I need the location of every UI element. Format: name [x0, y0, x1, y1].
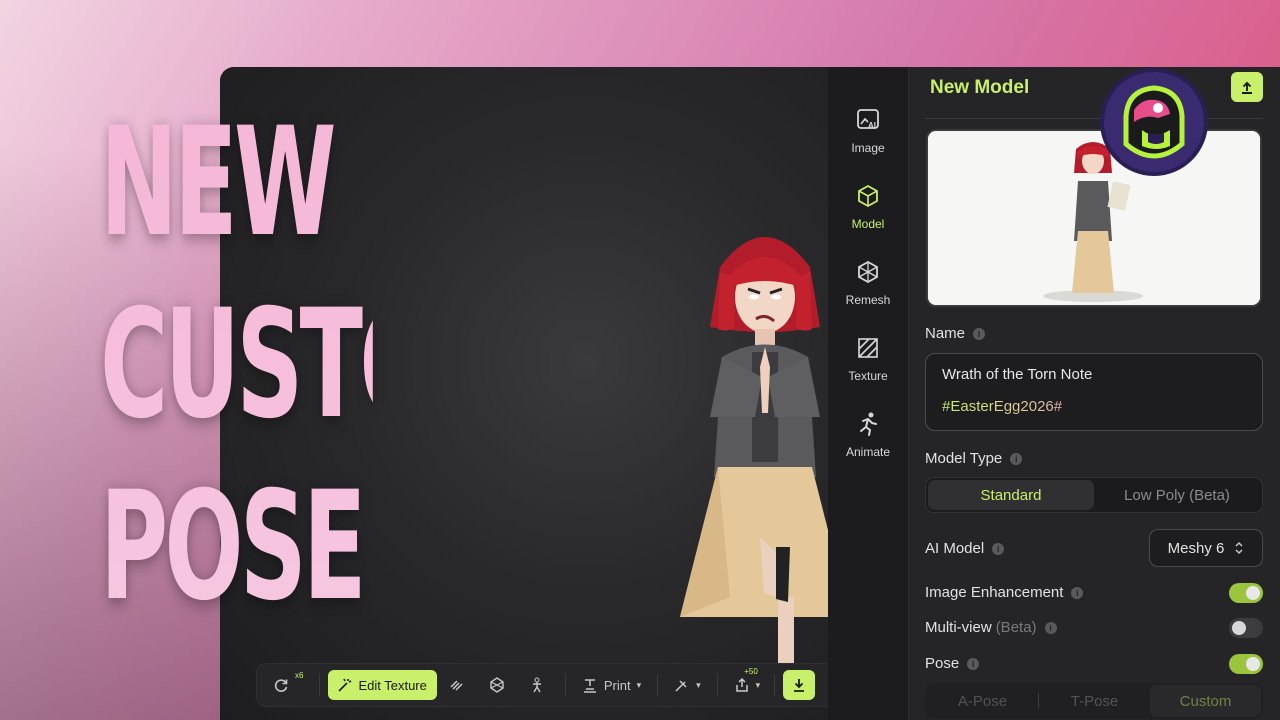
upload-icon: [1242, 81, 1252, 94]
info-icon[interactable]: i: [1071, 586, 1084, 599]
headline-line-3: POSE: [100, 460, 363, 634]
pose-segmented: A-Pose T-Pose Custom: [925, 683, 1263, 719]
rig-icon: [532, 677, 541, 693]
chevron-down-icon: ▾: [755, 679, 761, 690]
regenerate-button[interactable]: x6: [265, 670, 311, 700]
upload-button[interactable]: [1231, 72, 1263, 102]
toolbar-divider: [773, 674, 775, 696]
info-icon[interactable]: i: [992, 542, 1005, 555]
print-label: Print: [603, 677, 631, 693]
model-type-low-poly[interactable]: Low Poly (Beta): [1094, 480, 1260, 510]
reference-image-preview[interactable]: [926, 129, 1262, 307]
toolbar-divider: [319, 674, 321, 696]
toggle-knob: [1232, 621, 1246, 635]
pose-option-a-pose[interactable]: A-Pose: [927, 685, 1038, 717]
model-name-tag: #EasterEgg2026#: [942, 398, 1246, 415]
model-settings-panel: New Model Name i Wrath of the Torn Note …: [908, 67, 1280, 720]
toolbar-divider: [716, 674, 718, 696]
texture-icon: [858, 338, 878, 358]
remesh-tool-button[interactable]: [477, 670, 517, 700]
multiview-label: Multi-view: [925, 619, 992, 636]
share-button[interactable]: ▾ +50: [726, 666, 766, 700]
running-person-icon: [860, 412, 877, 436]
cube-icon: [858, 184, 878, 208]
edit-texture-label: Edit Texture: [358, 677, 427, 693]
thumbnail-headline: NEW CUSTOM POSE: [100, 92, 373, 638]
texture-tool-button[interactable]: [437, 670, 477, 700]
rail-label-texture: Texture: [848, 369, 888, 383]
bottom-toolbar: x6 Edit Texture Print ▾ ▾ ▾ +50: [256, 663, 834, 707]
rail-item-image[interactable]: AI Image: [828, 107, 908, 171]
multiview-label-row: Multi-view (Beta) i: [925, 619, 1057, 636]
plug-icon: [675, 680, 687, 692]
remesh-icon: [858, 260, 878, 284]
ai-model-select[interactable]: Meshy 6: [1149, 529, 1263, 567]
ai-model-value: Meshy 6: [1167, 539, 1225, 557]
regenerate-count-badge: x6: [295, 670, 304, 680]
rail-item-model[interactable]: Model: [828, 183, 908, 247]
rig-tool-button[interactable]: [517, 670, 557, 700]
model-type-label-row: Model Type i: [925, 450, 1023, 467]
tool-rail: AI Image Model Remesh Texture Animate: [828, 67, 908, 720]
print-button[interactable]: Print ▾: [574, 670, 649, 700]
model-type-label: Model Type: [925, 450, 1003, 467]
share-bonus-badge: +50: [744, 666, 758, 676]
ai-image-icon: AI: [857, 109, 879, 130]
share-icon: [735, 677, 748, 692]
reference-image: [928, 131, 1260, 305]
toolbar-divider: [657, 674, 659, 696]
pose-label-row: Pose i: [925, 655, 980, 672]
headline-line-2: CUSTOM: [100, 278, 524, 452]
chevron-down-icon: ▾: [696, 679, 701, 690]
image-enhancement-label: Image Enhancement: [925, 584, 1064, 601]
mesh-icon: [490, 677, 504, 693]
pose-label: Pose: [925, 655, 960, 672]
multiview-beta-suffix: (Beta): [995, 619, 1037, 636]
brand-logo: [1100, 68, 1208, 176]
info-icon[interactable]: i: [973, 327, 986, 340]
model-name-value: Wrath of the Torn Note: [942, 366, 1093, 383]
pose-toggle[interactable]: [1229, 654, 1263, 674]
rail-item-animate[interactable]: Animate: [828, 411, 908, 475]
image-enhancement-toggle[interactable]: [1229, 583, 1263, 603]
svg-text:AI: AI: [868, 121, 876, 130]
name-label-row: Name i: [925, 325, 986, 342]
toggle-knob: [1246, 657, 1260, 671]
model-type-segmented: Standard Low Poly (Beta): [925, 477, 1263, 513]
pose-option-t-pose[interactable]: T-Pose: [1039, 685, 1150, 717]
ai-model-label-row: AI Model i: [925, 540, 1005, 557]
info-icon[interactable]: i: [967, 657, 980, 670]
headline-line-1: NEW: [100, 96, 333, 270]
magic-brush-icon: [338, 678, 352, 692]
pose-option-custom[interactable]: Custom: [1150, 685, 1261, 717]
print-icon: [583, 679, 596, 693]
hatch-icon: [450, 680, 463, 691]
model-type-standard[interactable]: Standard: [928, 480, 1094, 510]
image-enhancement-label-row: Image Enhancement i: [925, 584, 1084, 601]
rail-label-model: Model: [851, 217, 885, 231]
rail-label-remesh: Remesh: [845, 293, 891, 307]
name-label: Name: [925, 325, 966, 342]
plugin-button[interactable]: ▾: [666, 670, 709, 700]
multiview-toggle[interactable]: [1229, 618, 1263, 638]
rail-label-image: Image: [851, 141, 885, 155]
rail-item-texture[interactable]: Texture: [828, 335, 908, 399]
model-name-field[interactable]: Wrath of the Torn Note #EasterEgg2026#: [925, 353, 1263, 431]
info-icon[interactable]: i: [1044, 621, 1057, 634]
panel-divider: [925, 118, 1263, 119]
info-icon[interactable]: i: [1010, 452, 1023, 465]
chevron-updown-icon: [1235, 541, 1243, 555]
toolbar-divider: [564, 674, 566, 696]
rail-label-animate: Animate: [845, 445, 891, 459]
rail-item-remesh[interactable]: Remesh: [828, 259, 908, 323]
download-button[interactable]: [782, 670, 815, 700]
chevron-down-icon: ▾: [636, 679, 642, 690]
ai-model-label: AI Model: [925, 540, 985, 557]
edit-texture-button[interactable]: Edit Texture: [328, 670, 437, 700]
refresh-icon: [274, 679, 288, 692]
panel-title: New Model: [930, 77, 1030, 98]
toggle-knob: [1246, 586, 1260, 600]
download-icon: [793, 679, 804, 692]
